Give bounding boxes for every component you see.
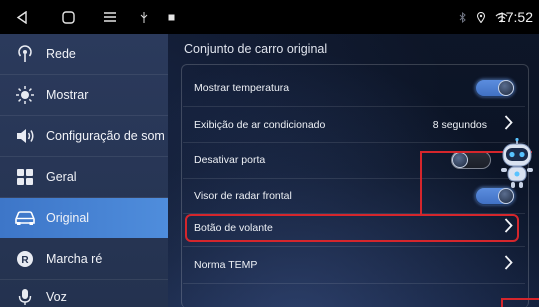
settings-row-desativar-porta[interactable]: Desativar porta	[183, 142, 525, 178]
microphone-icon	[14, 286, 36, 307]
menu-icon[interactable]	[100, 0, 120, 34]
sidebar-item-geral[interactable]: Geral	[0, 157, 168, 197]
location-icon	[475, 0, 487, 34]
sidebar-item-label: Geral	[46, 170, 77, 184]
annotation-line	[420, 151, 422, 215]
page-title: Conjunto de carro original	[184, 42, 328, 56]
svg-text:R: R	[21, 255, 29, 266]
sidebar-item-rede[interactable]: Rede	[0, 34, 168, 74]
brightness-icon	[14, 84, 36, 106]
car-icon	[14, 207, 36, 229]
sidebar-item-label: Voz	[46, 290, 67, 304]
annotation-line	[501, 298, 539, 300]
row-label: Norma TEMP	[194, 259, 258, 271]
temperature-toggle[interactable]	[475, 79, 515, 97]
settings-row-exibicao-ar-condicionado[interactable]: Exibição de ar condicionado 8 segundos	[183, 107, 525, 143]
row-label: Exibição de ar condicionado	[194, 119, 326, 131]
settings-screen: 17:52 Rede Mostrar Configuração de som G…	[0, 0, 539, 307]
door-toggle[interactable]	[451, 151, 491, 169]
sidebar-item-label: Marcha ré	[46, 252, 103, 266]
settings-row-mostrar-temperatura[interactable]: Mostrar temperatura	[183, 70, 525, 106]
toggle-knob	[498, 188, 514, 204]
status-bar: 17:52	[0, 0, 539, 34]
row-divider	[183, 283, 525, 284]
grid-icon	[14, 166, 36, 188]
sidebar-item-label: Mostrar	[46, 88, 89, 102]
toggle-knob	[498, 80, 514, 96]
volume-icon	[14, 125, 36, 147]
highlight-box	[185, 214, 519, 242]
row-label: Mostrar temperatura	[194, 82, 290, 94]
row-value: 8 segundos	[432, 119, 487, 131]
sidebar-item-marcha-re[interactable]: R Marcha ré	[0, 239, 168, 279]
reverse-gear-icon: R	[14, 248, 36, 270]
network-icon	[14, 43, 36, 65]
notification-icon	[164, 0, 178, 34]
back-icon[interactable]	[12, 0, 32, 34]
sidebar-item-original[interactable]: Original	[0, 198, 168, 238]
sidebar-item-configuracao-de-som[interactable]: Configuração de som	[0, 116, 168, 156]
sidebar-item-voz[interactable]: Voz	[0, 280, 168, 307]
home-icon[interactable]	[58, 0, 78, 34]
settings-row-norma-temp[interactable]: Norma TEMP	[183, 247, 525, 283]
toggle-knob	[452, 152, 468, 168]
usb-icon	[136, 0, 152, 34]
bluetooth-icon	[456, 0, 468, 34]
sidebar-item-label: Original	[46, 211, 90, 225]
chevron-right-icon	[504, 115, 513, 136]
row-label: Visor de radar frontal	[194, 190, 292, 202]
assistant-robot-icon[interactable]	[497, 137, 537, 190]
settings-sidebar: Rede Mostrar Configuração de som Geral O…	[0, 34, 168, 307]
row-label: Desativar porta	[194, 154, 266, 166]
chevron-right-icon	[504, 255, 513, 276]
sidebar-item-mostrar[interactable]: Mostrar	[0, 75, 168, 115]
sidebar-item-label: Configuração de som	[46, 129, 165, 143]
status-clock: 17:52	[497, 9, 533, 25]
settings-row-visor-radar-frontal[interactable]: Visor de radar frontal	[183, 178, 525, 214]
sidebar-item-label: Rede	[46, 47, 76, 61]
annotation-line	[501, 298, 503, 307]
